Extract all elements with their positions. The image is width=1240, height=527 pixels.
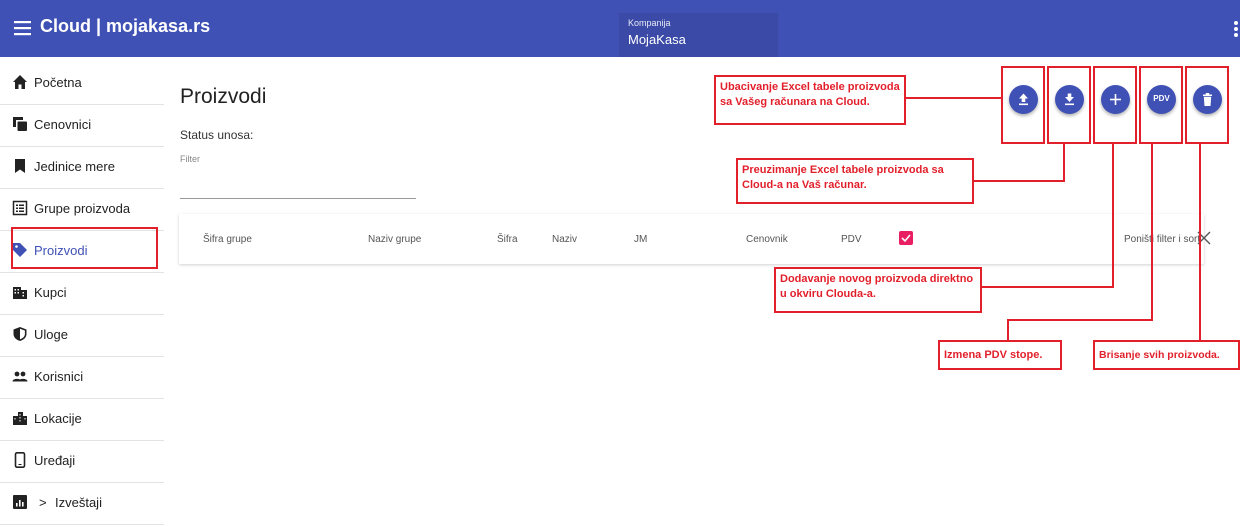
sidebar-item-korisnici[interactable]: Korisnici: [0, 357, 164, 399]
price-list-icon: [12, 116, 28, 132]
pdv-checkbox[interactable]: [899, 231, 913, 245]
pdv-button[interactable]: PDV: [1147, 85, 1176, 114]
app-title: Cloud | mojakasa.rs: [40, 16, 211, 36]
sidebar-item-label: Jedinice mere: [34, 159, 115, 174]
list-icon: [12, 200, 28, 216]
annotation-box-upload: [1001, 66, 1045, 144]
column-header-jm[interactable]: JM: [634, 234, 647, 245]
sidebar-item-cenovnici[interactable]: Cenovnici: [0, 105, 164, 147]
sidebar-item-label: Proizvodi: [34, 243, 88, 258]
column-header-sifra-grupe[interactable]: Šifra grupe: [203, 234, 252, 245]
report-icon: [12, 494, 28, 510]
sidebar-item-label: Korisnici: [34, 369, 84, 384]
column-header-sifra[interactable]: Šifra: [497, 234, 518, 245]
city-icon: [12, 410, 28, 426]
sidebar-item-label: Početna: [34, 75, 82, 90]
reset-filter-sort-label: Poništi filter i sort: [1124, 234, 1201, 245]
column-header-naziv[interactable]: Naziv: [552, 234, 577, 245]
sidebar-item-lokacije[interactable]: Lokacije: [0, 399, 164, 441]
delete-all-button[interactable]: [1193, 85, 1222, 114]
status-label: Status unosa:: [180, 128, 254, 142]
pdv-button-label: PDV: [1153, 94, 1170, 103]
sidebar-item-proizvodi[interactable]: Proizvodi: [0, 231, 164, 273]
callout-line-download: [1063, 144, 1065, 181]
callout-download: Preuzimanje Excel tabele proizvoda sa Cl…: [736, 158, 974, 204]
users-icon: [12, 368, 28, 384]
tag-icon: [12, 242, 28, 258]
column-header-pdv[interactable]: PDV: [841, 234, 862, 245]
sidebar-item-label: Uloge: [34, 327, 68, 342]
sidebar-item-label: Cenovnici: [34, 117, 92, 132]
callout-delete: Brisanje svih proizvoda.: [1093, 340, 1240, 370]
sidebar-item-jedinice-mere[interactable]: Jedinice mere: [0, 147, 164, 189]
bookmark-icon: [12, 158, 28, 174]
annotation-background: [945, 388, 1113, 436]
sidebar-item-grupe-proizvoda[interactable]: Grupe proizvoda: [0, 189, 164, 231]
page-title: Proizvodi: [180, 85, 267, 108]
table-header: Šifra grupe Naziv grupe Šifra Naziv JM C…: [179, 214, 1211, 264]
callout-line-pdv: [1007, 319, 1153, 321]
shield-icon: [12, 326, 28, 342]
upload-button[interactable]: [1009, 85, 1038, 114]
sidebar-item-kupci[interactable]: Kupci: [0, 273, 164, 315]
sidebar-item-izvestaji[interactable]: > Izveštaji: [0, 483, 164, 525]
company-select[interactable]: Kompanija MojaKasa: [619, 13, 778, 57]
callout-line-add: [1112, 144, 1114, 287]
sidebar-item-uloge[interactable]: Uloge: [0, 315, 164, 357]
sidebar: Početna Cenovnici Jedinice mere Grupe pr…: [0, 63, 164, 527]
phone-icon: [12, 452, 28, 468]
download-button[interactable]: [1055, 85, 1084, 114]
sidebar-item-pocetna[interactable]: Početna: [0, 63, 164, 105]
sidebar-item-label: Kupci: [34, 285, 67, 300]
sidebar-item-label: Lokacije: [34, 411, 82, 426]
annotation-box-add: [1093, 66, 1137, 144]
column-header-naziv-grupe[interactable]: Naziv grupe: [368, 234, 421, 245]
callout-pdv: Izmena PDV stope.: [938, 340, 1062, 370]
filter-input[interactable]: [180, 170, 416, 199]
sidebar-item-label: Izveštaji: [55, 495, 102, 510]
sidebar-item-label: Grupe proizvoda: [34, 201, 131, 216]
callout-line-upload: [905, 97, 1003, 99]
sidebar-item-uredjaji[interactable]: Uređaji: [0, 441, 164, 483]
building-icon: [12, 284, 28, 300]
company-label: Kompanija: [628, 18, 671, 28]
callout-add: Dodavanje novog proizvoda direktno u okv…: [774, 267, 982, 313]
sidebar-item-label: Uređaji: [34, 453, 76, 468]
annotation-box-pdv: PDV: [1139, 66, 1183, 144]
top-app-bar: Cloud | mojakasa.rs Kompanija MojaKasa: [0, 0, 1240, 57]
more-vert-icon[interactable]: [1232, 18, 1240, 40]
column-header-cenovnik[interactable]: Cenovnik: [746, 234, 788, 245]
add-product-button[interactable]: [1101, 85, 1130, 114]
callout-line-delete: [1199, 144, 1201, 342]
callout-line-add: [980, 286, 1114, 288]
filter-label: Filter: [180, 154, 200, 164]
annotation-box-delete: [1185, 66, 1229, 144]
company-value: MojaKasa: [628, 32, 686, 47]
expand-chevron-icon: >: [39, 495, 47, 510]
callout-upload: Ubacivanje Excel tabele proizvoda sa Vaš…: [714, 75, 906, 125]
home-icon: [12, 74, 28, 90]
callout-line-pdv: [1151, 144, 1153, 320]
callout-line-download: [972, 180, 1065, 182]
annotation-box-download: [1047, 66, 1091, 144]
menu-icon[interactable]: [12, 17, 34, 39]
